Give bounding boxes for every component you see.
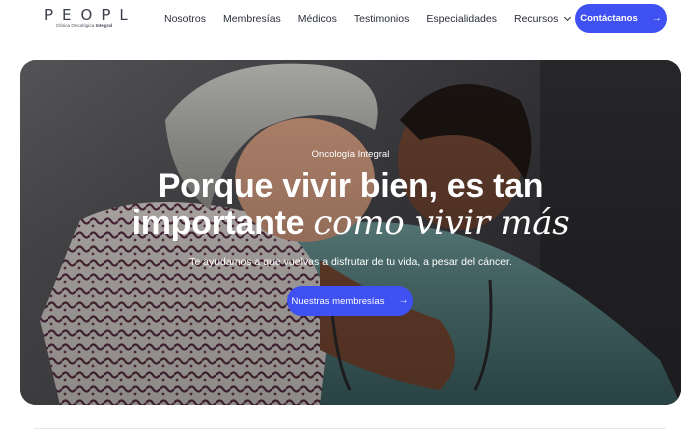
memberships-button[interactable]: Nuestras membresías → — [287, 286, 413, 316]
section-divider — [34, 428, 666, 429]
nav-item-testimonios[interactable]: Testimonios — [354, 12, 409, 26]
contact-button-label: Contáctanos — [580, 13, 638, 24]
nav-item-recursos[interactable]: Recursos — [513, 12, 572, 26]
nav-item-medicos[interactable]: Médicos — [298, 12, 337, 26]
nav-item-especialidades[interactable]: Especialidades — [426, 12, 497, 26]
brand-logo[interactable]: PEOPL Clínica Oncológica Integral — [44, 7, 134, 33]
hero-eyebrow: Oncología Integral — [311, 149, 390, 160]
main-nav: Nosotros Membresías Médicos Testimonios … — [164, 12, 587, 26]
arrow-right-icon: → — [398, 295, 409, 306]
chevron-down-icon — [564, 13, 572, 22]
hero-headline-line2: importante — [131, 204, 305, 242]
memberships-button-label: Nuestras membresías — [291, 295, 385, 307]
contact-button[interactable]: Contáctanos → — [575, 4, 667, 33]
hero-banner: Oncología Integral Porque vivir bien, es… — [20, 60, 681, 405]
hero-subtitle: Te ayudamos a que vuelvas a disfrutar de… — [189, 256, 512, 268]
site-header: PEOPL Clínica Oncológica Integral Nosotr… — [0, 0, 700, 40]
hero-headline: Porque vivir bien, es tan importante com… — [20, 168, 681, 242]
nav-item-recursos-label: Recursos — [513, 13, 559, 25]
logo-wordmark: PEOPL — [44, 6, 137, 24]
nav-item-nosotros[interactable]: Nosotros — [164, 12, 206, 26]
arrow-right-icon: → — [651, 12, 662, 24]
hero-headline-line1: Porque vivir bien, es tan — [157, 167, 544, 205]
hero-headline-italic: como vivir más — [313, 203, 570, 243]
nav-item-membresias[interactable]: Membresías — [223, 12, 281, 26]
